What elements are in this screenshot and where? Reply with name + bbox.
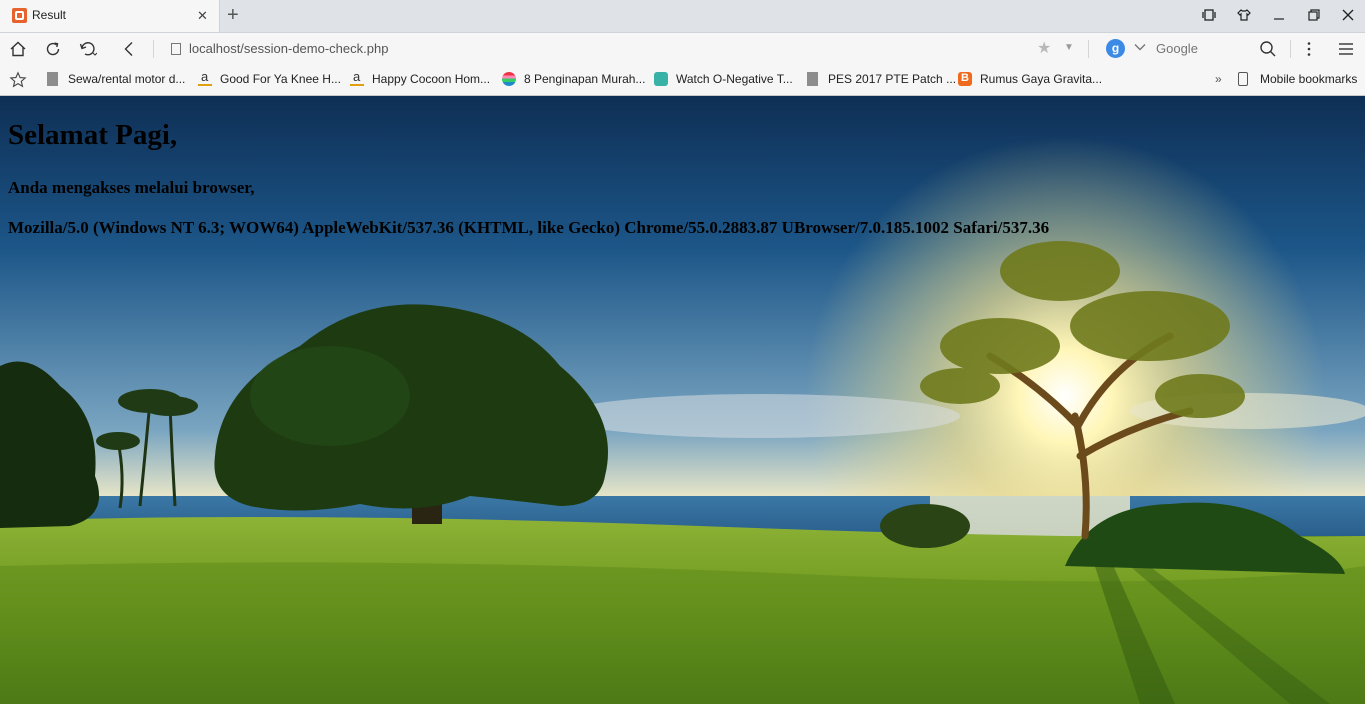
tab-title: Result [32,8,67,22]
bookmark-item[interactable]: PES 2017 PTE Patch ... [806,72,956,88]
bookmarks-overflow-chevron-icon[interactable]: » [1215,72,1222,88]
amazon-icon [350,69,364,86]
mobile-bookmarks-label: Mobile bookmarks [1260,72,1358,86]
document-icon [807,72,818,86]
page-viewport: Selamat Pagi, Anda mengakses melalui bro… [0,96,1365,704]
bookmarks-bar: Sewa/rental motor d... Good For Ya Knee … [0,65,1365,96]
new-tab-icon[interactable]: + [227,5,239,25]
bookmark-label: Rumus Gaya Gravita... [980,72,1103,86]
bookmark-label: PES 2017 PTE Patch ... [828,72,957,86]
search-input[interactable] [1156,41,1246,56]
close-tab-icon[interactable]: ✕ [197,8,208,23]
toolbar-divider [153,40,154,58]
bookmark-item[interactable]: Sewa/rental motor d... [46,72,194,88]
user-agent-text: Mozilla/5.0 (Windows NT 6.3; WOW64) Appl… [8,218,1050,237]
toolbar-divider [1290,40,1291,58]
bookmark-star-icon[interactable]: ★ [1037,40,1051,58]
bookmark-label: Sewa/rental motor d... [68,72,186,86]
chevron-down-icon[interactable]: ▼ [1064,42,1074,53]
bookmarks-star-icon[interactable] [9,71,27,89]
shirt-skin-icon[interactable] [1237,8,1251,26]
tab-strip: Result ✕ + [0,0,1365,33]
hamburger-menu-icon[interactable] [1337,40,1355,58]
engine-chevron-down-icon[interactable] [1134,41,1146,56]
xampp-favicon-icon [12,8,27,23]
address-toolbar: localhost/session-demo-check.php ★ ▼ g [0,33,1365,65]
close-window-icon[interactable] [1342,8,1354,26]
mobile-bookmarks-button[interactable]: Mobile bookmarks [1238,72,1363,88]
address-bar[interactable]: localhost/session-demo-check.php [189,41,388,56]
tab-result[interactable]: Result ✕ [0,0,220,32]
restore-icon[interactable] [1308,8,1320,26]
tab-strip-menu-icon[interactable] [1202,8,1216,26]
site-icon [502,72,516,86]
bookmark-item[interactable]: Rumus Gaya Gravita... [958,72,1103,88]
greeting-heading: Selamat Pagi, [8,119,178,151]
browser-info-label: Anda mengakses melalui browser, [8,178,255,197]
bookmark-label: Watch O-Negative T... [676,72,793,86]
bookmark-label: Happy Cocoon Hom... [372,72,491,86]
bookmark-item[interactable]: Happy Cocoon Hom... [350,69,495,88]
mobile-phone-icon [1238,72,1248,86]
bookmark-item[interactable]: Good For Ya Knee H... [198,69,343,88]
reload-icon[interactable] [44,40,62,58]
bookmark-item[interactable]: Watch O-Negative T... [654,72,799,88]
toolbar-divider [1088,40,1089,58]
home-icon[interactable] [9,40,27,58]
watch-site-icon [654,72,668,86]
blogger-icon [958,72,972,86]
back-icon[interactable] [120,40,138,58]
more-vertical-icon[interactable] [1300,40,1318,58]
amazon-icon [198,69,212,86]
undo-closed-tab-icon[interactable] [79,40,98,58]
page-icon [171,43,181,55]
bookmark-item[interactable]: 8 Penginapan Murah... [502,72,647,88]
bookmark-label: Good For Ya Knee H... [220,72,341,86]
bookmark-label: 8 Penginapan Murah... [524,72,646,86]
minimize-icon[interactable] [1273,8,1285,26]
search-icon[interactable] [1259,40,1277,58]
document-icon [47,72,58,86]
search-engine-icon[interactable]: g [1106,39,1125,58]
